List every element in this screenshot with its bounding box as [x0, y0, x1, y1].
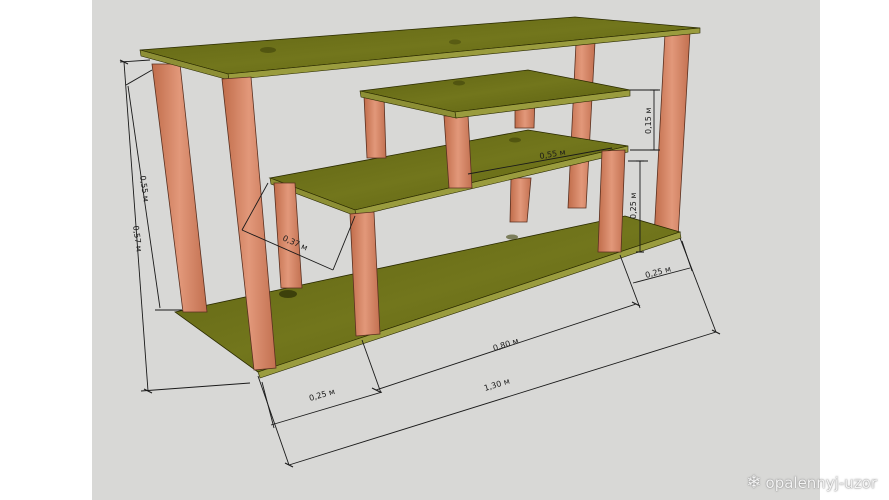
wood-knot — [279, 290, 297, 298]
wood-knot — [453, 80, 465, 86]
middle-leg-right — [597, 149, 626, 253]
upper-leg-back-left — [363, 95, 387, 159]
wood-knot — [449, 39, 461, 45]
canvas-background — [92, 0, 820, 500]
wood-knot — [509, 137, 521, 143]
dim-middle-shelf-height: 0,25 м — [629, 193, 638, 219]
back-leg-left-lower — [509, 177, 532, 223]
wood-knot — [506, 234, 518, 240]
watermark: ❄ opalennyj-uzor — [746, 472, 877, 493]
wood-knot — [260, 47, 276, 53]
dim-upper-shelf-height: 0,15 м — [644, 108, 653, 134]
watermark-text: opalennyj-uzor — [765, 474, 877, 492]
upper-leg-front-left — [443, 114, 473, 189]
shelf-drawing: 0,15 м 0,25 м 0,25 м 0,80 м 1,30 м 0,25 … — [92, 0, 820, 500]
snowflake-icon: ❄ — [746, 472, 762, 493]
